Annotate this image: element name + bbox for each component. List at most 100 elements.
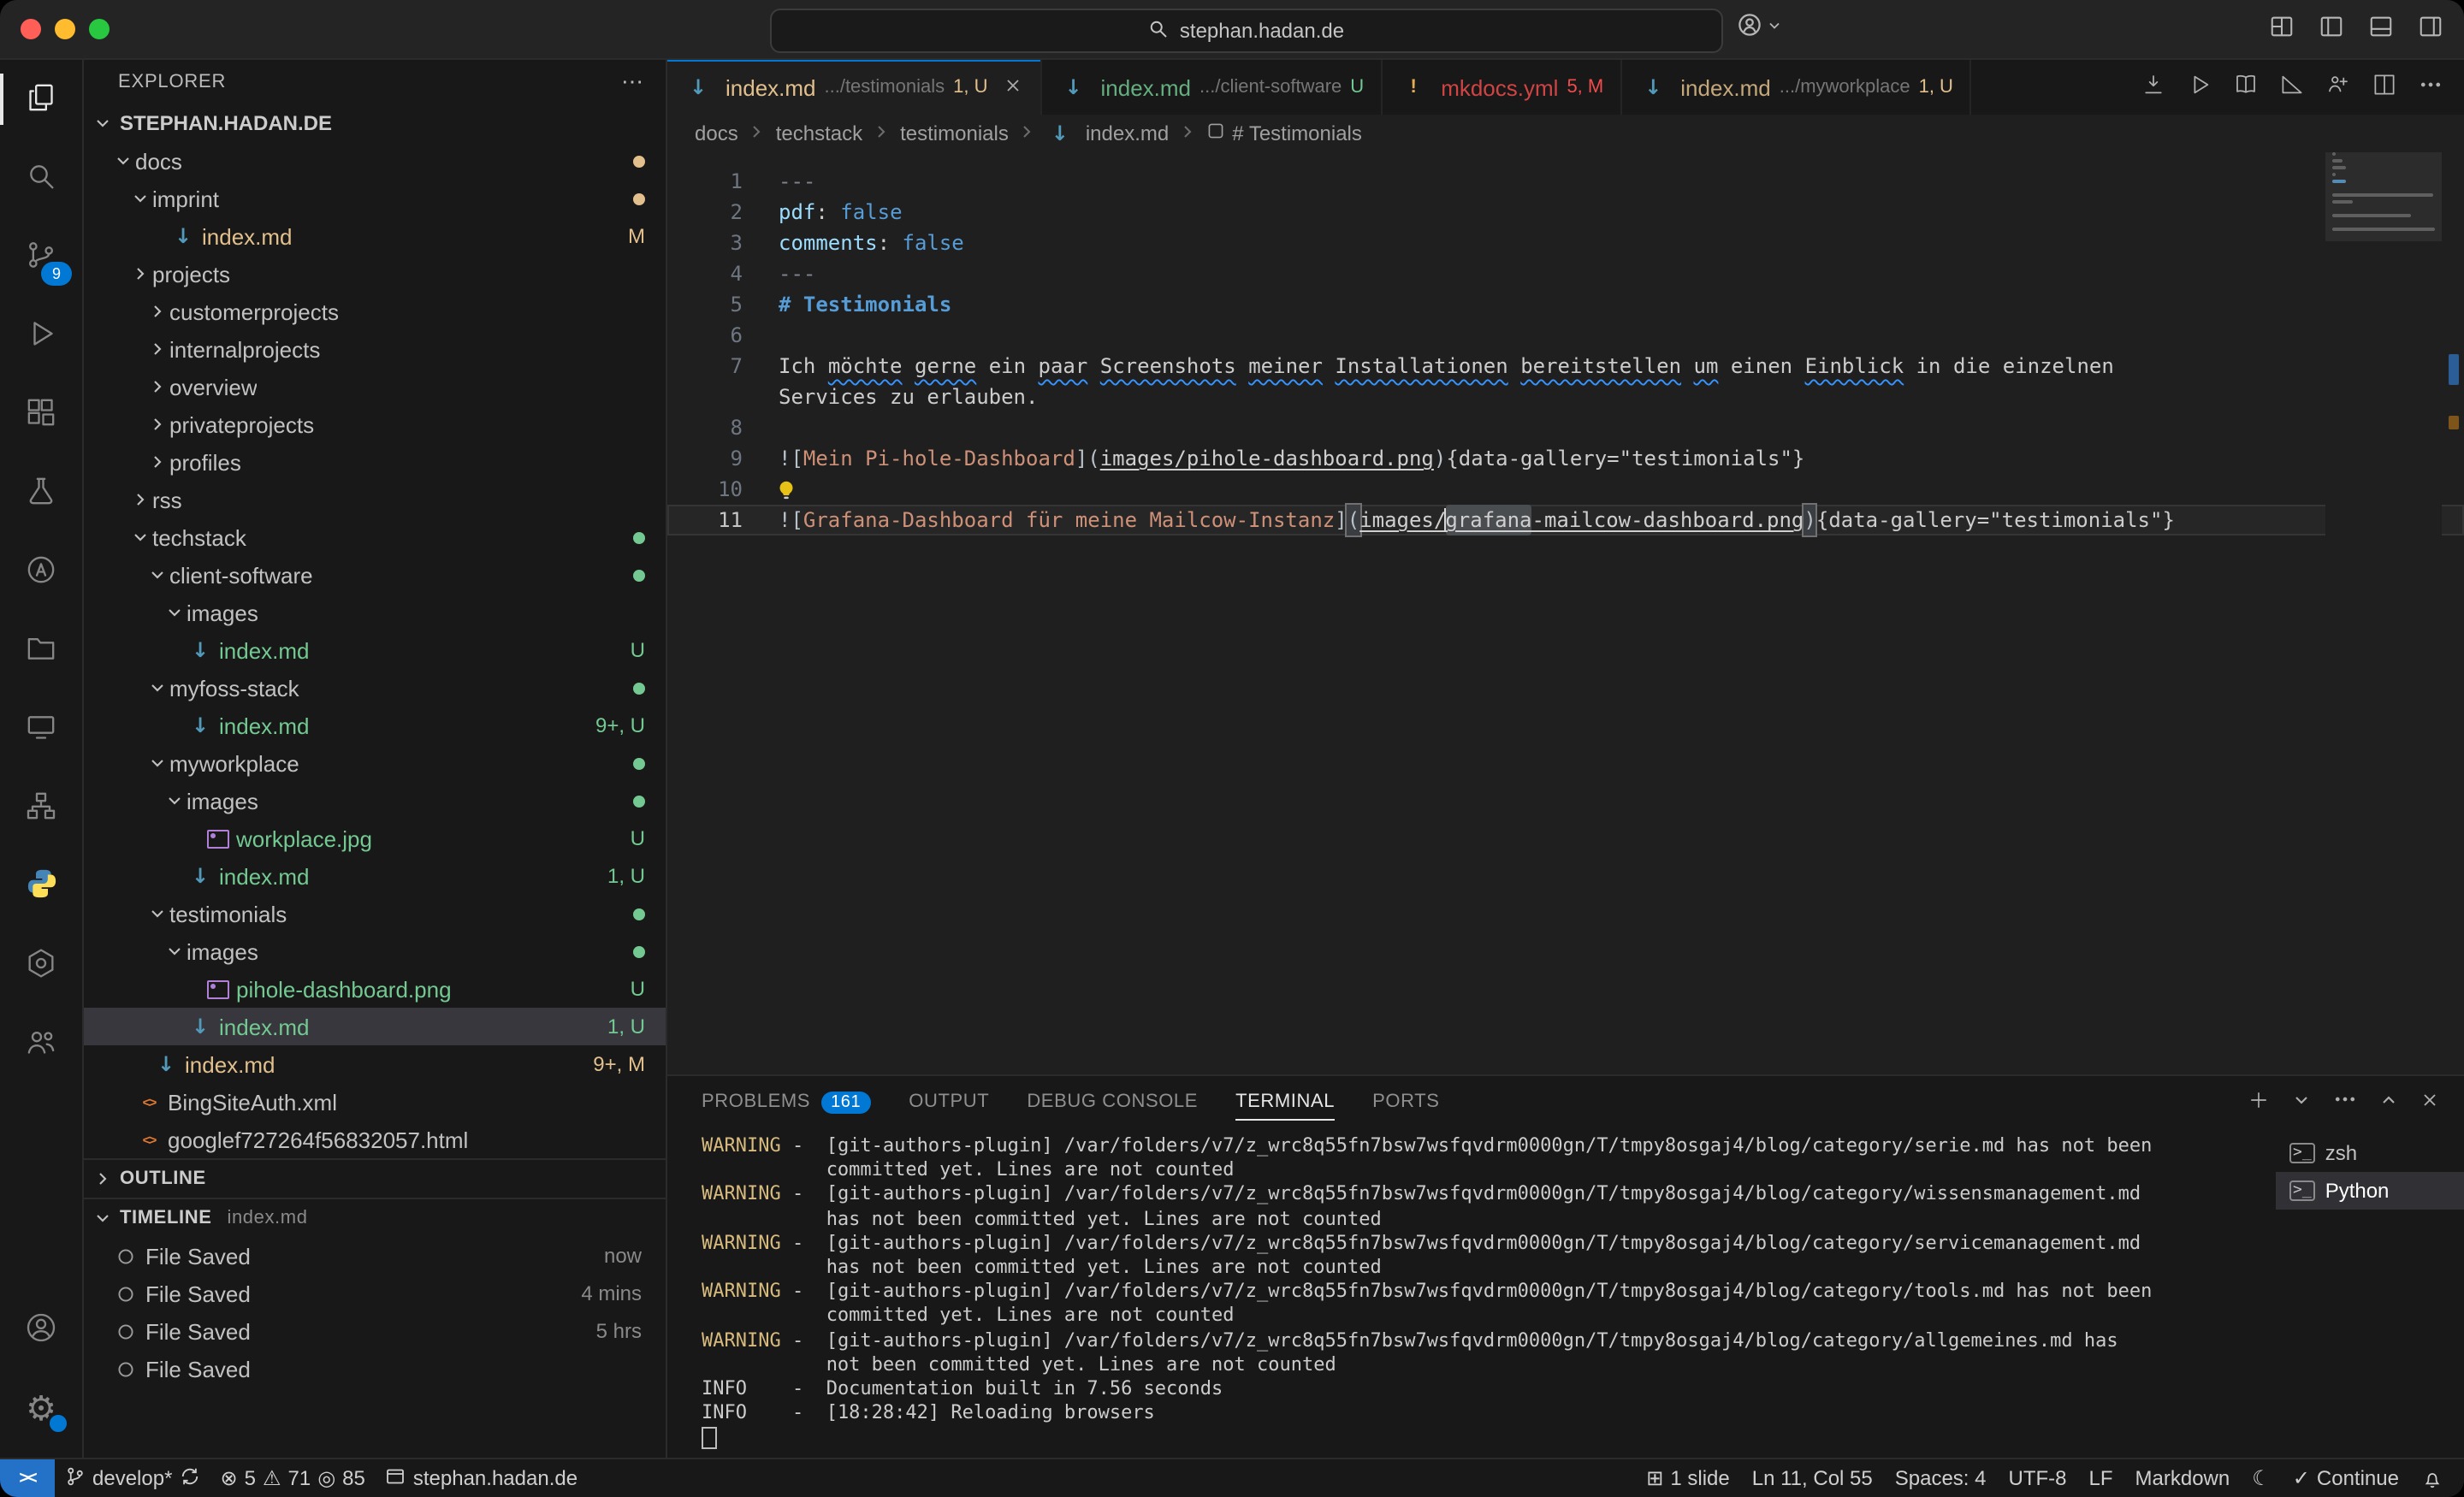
cursor-position[interactable]: Ln 11, Col 55	[1752, 1459, 1873, 1497]
workspace-root-folder[interactable]: STEPHAN.HADAN.DE	[84, 104, 666, 142]
language-mode[interactable]: Markdown	[2135, 1459, 2230, 1497]
timeline-item[interactable]: File Saved	[84, 1350, 666, 1388]
panel-more-actions-icon[interactable]	[2332, 1086, 2358, 1117]
minimap[interactable]	[2325, 152, 2442, 1074]
breadcrumb-item[interactable]: techstack	[776, 121, 862, 145]
toggle-primary-sidebar-icon[interactable]	[2319, 14, 2344, 44]
tree-file-googlef727264f56832057.html[interactable]: <>googlef727264f56832057.html	[84, 1121, 666, 1158]
timeline-section-header[interactable]: TIMELINE index.md	[84, 1198, 666, 1237]
breadcrumb-item[interactable]: ↓index.md	[1046, 121, 1169, 145]
split-editor-icon[interactable]	[2372, 72, 2397, 103]
activity-bar-item-annotator[interactable]	[0, 532, 82, 611]
activity-bar-item-explorer[interactable]	[0, 60, 82, 139]
panel-tab-terminal[interactable]: TERMINAL	[1235, 1076, 1335, 1127]
minimize-window-button[interactable]	[55, 19, 75, 39]
code-line[interactable]: 2pdf: false	[667, 197, 2464, 228]
close-tab-icon[interactable]	[1004, 74, 1024, 100]
remote-indicator[interactable]: ><	[0, 1459, 55, 1497]
tree-file-BingSiteAuth.xml[interactable]: <>BingSiteAuth.xml	[84, 1083, 666, 1121]
terminal-instance-zsh[interactable]: >_zsh	[2276, 1134, 2464, 1172]
indentation-status[interactable]: Spaces: 4	[1895, 1459, 1987, 1497]
editor[interactable]: 1---2pdf: false3comments: false4---5# Te…	[667, 152, 2464, 1074]
customize-layout-icon[interactable]	[2269, 14, 2295, 44]
code-line[interactable]: 1---	[667, 166, 2464, 197]
activity-bar-item-source-control[interactable]: 9	[0, 217, 82, 296]
breadcrumb-item[interactable]: docs	[695, 121, 738, 145]
tree-folder-projects[interactable]: projects	[84, 255, 666, 293]
terminal-profile-chevron-icon[interactable]	[2291, 1089, 2312, 1115]
moon-icon[interactable]: ☾	[2252, 1459, 2271, 1497]
export-icon[interactable]	[2141, 72, 2166, 103]
code-line[interactable]: 6	[667, 320, 2464, 351]
marp-slides-status[interactable]: ⊞1 slide	[1646, 1459, 1730, 1497]
zoom-window-button[interactable]	[89, 19, 110, 39]
code-line[interactable]: 5# Testimonials	[667, 289, 2464, 320]
tree-folder-rss[interactable]: rss	[84, 481, 666, 518]
tree-folder-images[interactable]: images	[84, 594, 666, 631]
activity-bar-item-settings[interactable]: ⚙	[0, 1369, 82, 1447]
new-terminal-icon[interactable]	[2247, 1087, 2271, 1116]
command-center[interactable]: stephan.hadan.de	[770, 9, 1723, 53]
close-window-button[interactable]	[21, 19, 41, 39]
minimap-slider[interactable]	[2325, 152, 2442, 241]
tree-file-index.md[interactable]: ↓index.md1, U	[84, 1008, 666, 1045]
tree-folder-customerprojects[interactable]: customerprojects	[84, 293, 666, 330]
tree-folder-internalprojects[interactable]: internalprojects	[84, 330, 666, 368]
code-line[interactable]: 8	[667, 412, 2464, 443]
lightbulb-icon[interactable]	[775, 478, 797, 500]
continue-status[interactable]: ✓Continue	[2293, 1459, 2399, 1497]
tree-folder-images[interactable]: images	[84, 932, 666, 970]
timeline-item[interactable]: File Saved4 mins	[84, 1275, 666, 1312]
activity-bar-item-kubernetes[interactable]	[0, 926, 82, 1004]
breadcrumb-item[interactable]: # Testimonials	[1206, 121, 1362, 145]
tree-folder-profiles[interactable]: profiles	[84, 443, 666, 481]
panel-tab-debug-console[interactable]: DEBUG CONSOLE	[1027, 1076, 1198, 1127]
close-panel-icon[interactable]	[2420, 1089, 2440, 1115]
activity-bar-item-live-share[interactable]	[0, 1004, 82, 1083]
code-line[interactable]: 7Ich möchte gerne ein paar Screenshots m…	[667, 351, 2464, 382]
activity-bar-item-testing[interactable]	[0, 453, 82, 532]
timeline-item[interactable]: File Savednow	[84, 1237, 666, 1275]
tree-file-pihole-dashboard.png[interactable]: pihole-dashboard.pngU	[84, 970, 666, 1008]
terminal-output[interactable]: WARNING - [git-authors-plugin] /var/fold…	[667, 1127, 2276, 1458]
toggle-panel-icon[interactable]	[2368, 14, 2394, 44]
activity-bar-item-organization[interactable]	[0, 768, 82, 847]
code-line[interactable]: 4---	[667, 258, 2464, 289]
maximize-panel-icon[interactable]	[2378, 1089, 2399, 1115]
activity-bar-item-python[interactable]	[0, 847, 82, 926]
notifications-bell-icon[interactable]	[2421, 1459, 2443, 1497]
tree-file-index.md[interactable]: ↓index.mdU	[84, 631, 666, 669]
editor-tab-index.md[interactable]: ↓index.md.../myworkplace1, U	[1622, 60, 1972, 115]
editor-tab-mkdocs.yml[interactable]: !mkdocs.yml5, M	[1383, 60, 1622, 115]
more-actions-icon[interactable]	[2418, 72, 2443, 103]
panel-tab-output[interactable]: OUTPUT	[909, 1076, 989, 1127]
activity-bar-item-run-and-debug[interactable]	[0, 296, 82, 375]
tree-folder-client-software[interactable]: client-software	[84, 556, 666, 594]
timeline-item[interactable]: File Saved5 hrs	[84, 1312, 666, 1350]
tree-file-index.md[interactable]: ↓index.md9+, U	[84, 707, 666, 744]
code-line[interactable]: 9![Mein Pi-hole-Dashboard](images/pihole…	[667, 443, 2464, 474]
tree-folder-images[interactable]: images	[84, 782, 666, 820]
editor-tab-index.md[interactable]: ↓index.md.../client-softwareU	[1043, 60, 1383, 115]
views-more-actions-icon[interactable]: ⋯	[621, 68, 645, 96]
live-server-status[interactable]: stephan.hadan.de	[376, 1459, 588, 1497]
panel-tab-ports[interactable]: PORTS	[1372, 1076, 1439, 1127]
code-line[interactable]: 10	[667, 474, 2464, 505]
toggle-secondary-sidebar-icon[interactable]	[2418, 14, 2443, 44]
branch-status[interactable]: develop*	[55, 1459, 210, 1497]
activity-bar-item-project-manager[interactable]	[0, 611, 82, 689]
terminal-instance-Python[interactable]: >_Python	[2276, 1172, 2464, 1210]
tree-folder-imprint[interactable]: imprint	[84, 180, 666, 217]
tree-folder-testimonials[interactable]: testimonials	[84, 895, 666, 932]
tree-folder-myworkplace[interactable]: myworkplace	[84, 744, 666, 782]
panel-tab-problems[interactable]: PROBLEMS161	[702, 1076, 871, 1127]
tree-folder-techstack[interactable]: techstack	[84, 518, 666, 556]
tree-file-index.md[interactable]: ↓index.md1, U	[84, 857, 666, 895]
editor-tab-index.md[interactable]: ↓index.md.../testimonials1, U	[667, 60, 1043, 115]
tree-file-index.md[interactable]: ↓index.md9+, M	[84, 1045, 666, 1083]
tree-folder-myfoss-stack[interactable]: myfoss-stack	[84, 669, 666, 707]
eol-status[interactable]: LF	[2089, 1459, 2113, 1497]
activity-bar-item-remote-explorer[interactable]	[0, 689, 82, 768]
code-line[interactable]: 3comments: false	[667, 228, 2464, 258]
breadcrumb-item[interactable]: testimonials	[900, 121, 1009, 145]
